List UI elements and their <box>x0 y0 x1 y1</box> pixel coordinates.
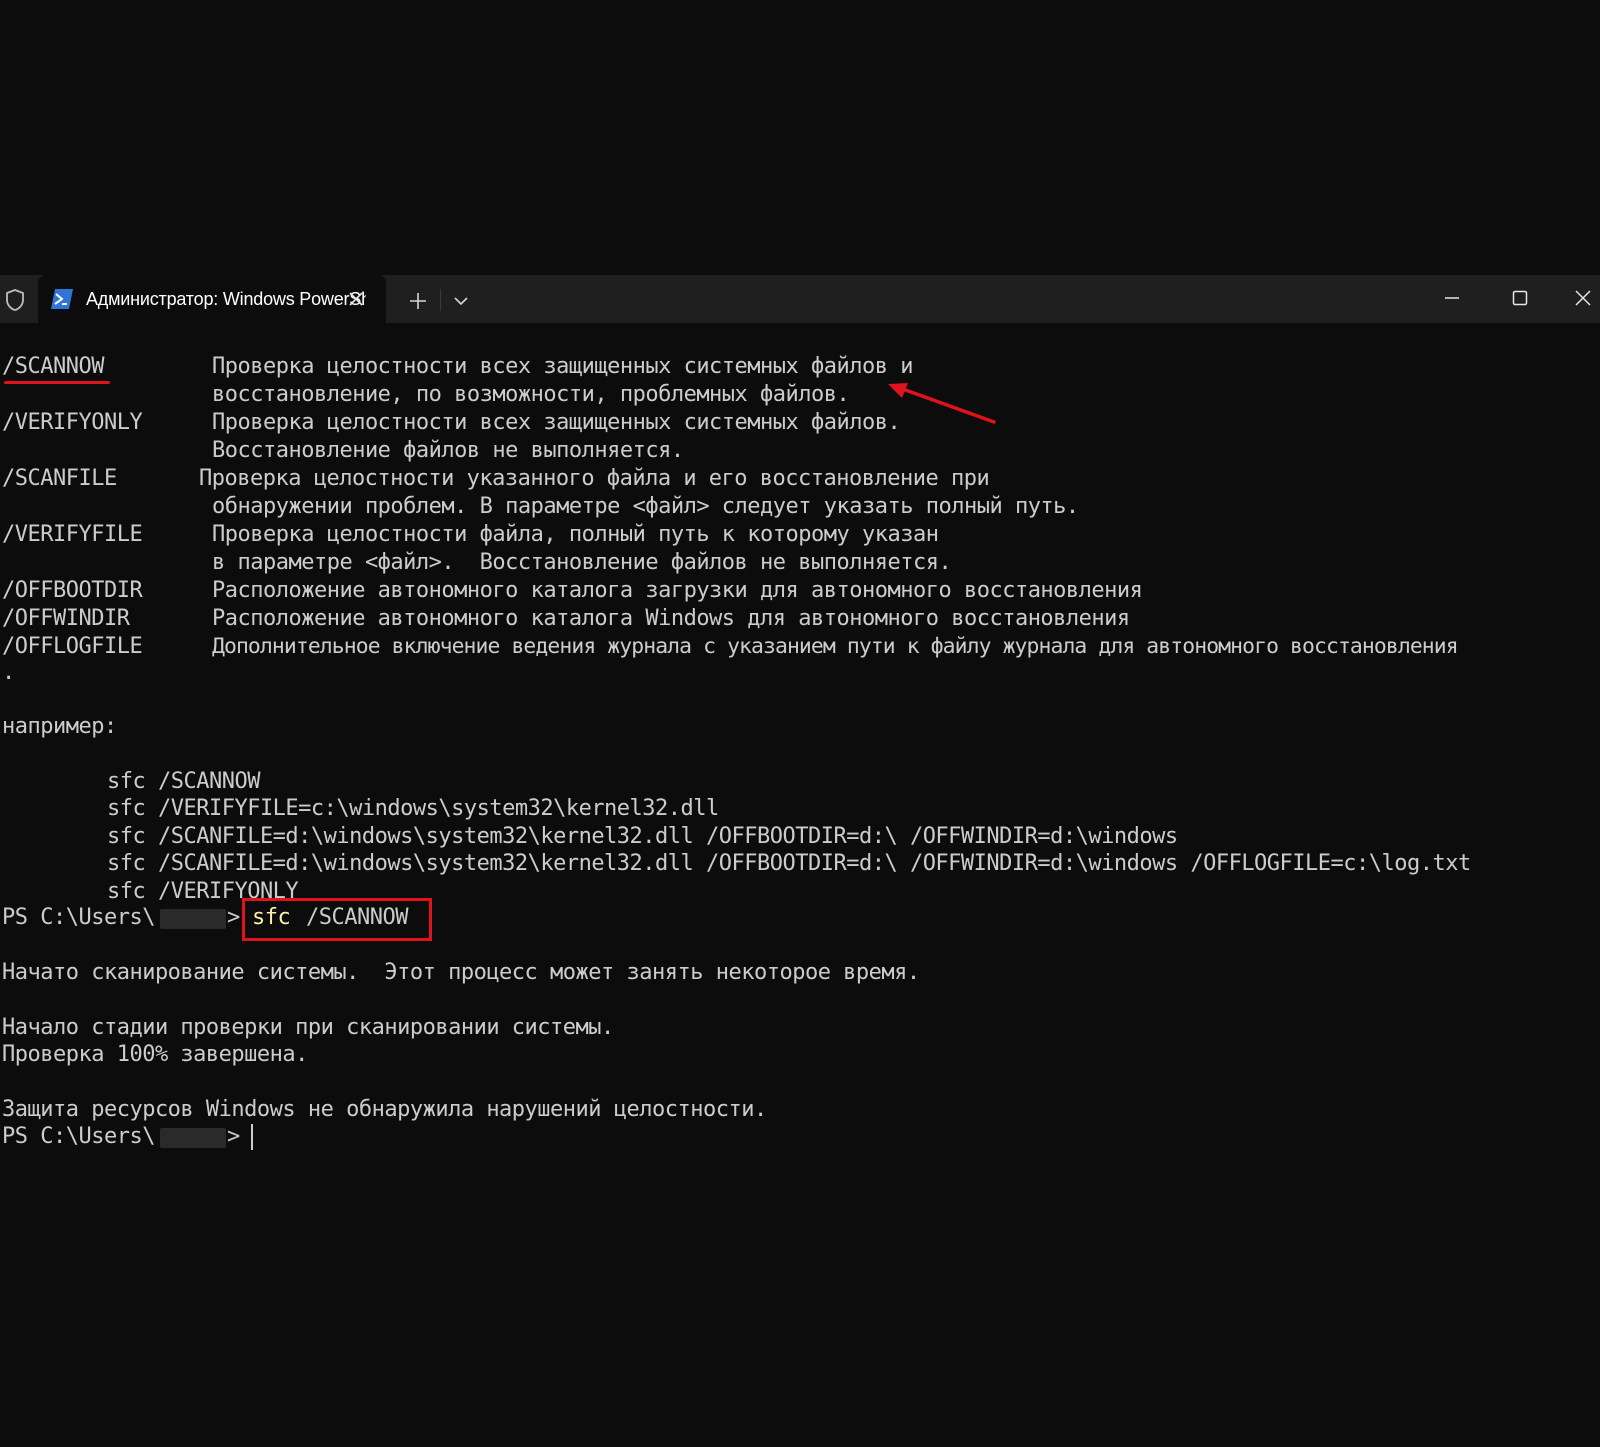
tab-powershell[interactable]: Администратор: Windows PowerShell <box>38 275 386 323</box>
powershell-icon <box>50 288 74 310</box>
help-switch: /SCANNOW <box>2 354 104 379</box>
example-line: sfc /SCANFILE=d:\windows\system32\kernel… <box>107 824 1178 849</box>
chevron-down-icon[interactable] <box>448 287 474 315</box>
example-line: sfc /SCANFILE=d:\windows\system32\kernel… <box>107 851 1471 876</box>
output-line: Защита ресурсов Windows не обнаружила на… <box>2 1097 767 1122</box>
help-text: Проверка целостности всех защищенных сис… <box>212 410 901 435</box>
help-switch: /OFFWINDIR <box>2 606 130 631</box>
help-switch: /SCANFILE <box>2 466 117 491</box>
help-text: Дополнительное включение ведения журнала… <box>212 634 1459 659</box>
help-switch: /VERIFYFILE <box>2 522 143 547</box>
prompt-prefix: PS C:\Users\ <box>2 1124 155 1149</box>
help-text: Расположение автономного каталога загруз… <box>212 578 1143 603</box>
close-icon[interactable] <box>344 287 368 311</box>
close-window-icon[interactable] <box>1566 283 1600 313</box>
help-switch: . <box>2 660 15 685</box>
help-text: в параметре <файл>. Восстановление файло… <box>212 550 952 575</box>
help-text: Восстановление файлов не выполняется. <box>212 438 684 463</box>
desktop-background <box>0 0 1600 275</box>
help-switch: /VERIFYONLY <box>2 410 143 435</box>
prompt-prefix: PS C:\Users\ <box>2 905 155 930</box>
scannow-underline <box>4 381 110 384</box>
command-highlight-box <box>242 898 432 941</box>
example-line: sfc /VERIFYFILE=c:\windows\system32\kern… <box>107 796 719 821</box>
examples-label: например: <box>2 714 117 739</box>
tab-title: Администратор: Windows PowerShell <box>86 289 366 309</box>
prompt-suffix: > <box>227 1124 240 1149</box>
redacted-username <box>160 1128 226 1148</box>
help-switch: /OFFLOGFILE <box>2 634 143 659</box>
help-text: восстановление, по возможности, проблемн… <box>212 382 850 407</box>
help-switch: /OFFBOOTDIR <box>2 578 143 603</box>
help-text: Проверка целостности всех защищенных сис… <box>212 354 913 379</box>
tab-divider <box>440 289 441 311</box>
help-text: Проверка целостности указанного файла и … <box>199 466 990 491</box>
title-bar: Администратор: Windows PowerShell <box>0 275 1600 323</box>
minimize-icon[interactable] <box>1432 283 1472 313</box>
annotation-arrow <box>888 383 996 424</box>
maximize-icon[interactable] <box>1500 283 1540 313</box>
output-line: Начато сканирование системы. Этот процес… <box>2 960 920 985</box>
help-text: обнаружении проблем. В параметре <файл> … <box>212 494 1079 519</box>
text-cursor <box>251 1124 253 1150</box>
help-text: Проверка целостности файла, полный путь … <box>212 522 939 547</box>
prompt-suffix: > <box>227 905 240 930</box>
terminal-output[interactable]: /SCANNOW Проверка целостности всех защищ… <box>0 323 1600 1447</box>
output-line: Проверка 100% завершена. <box>2 1042 308 1067</box>
shield-icon <box>2 287 28 313</box>
redacted-username <box>160 909 226 929</box>
help-text: Расположение автономного каталога Window… <box>212 606 1130 631</box>
example-line: sfc /SCANNOW <box>107 769 260 794</box>
plus-icon[interactable] <box>404 287 432 315</box>
output-line: Начало стадии проверки при сканировании … <box>2 1015 614 1040</box>
